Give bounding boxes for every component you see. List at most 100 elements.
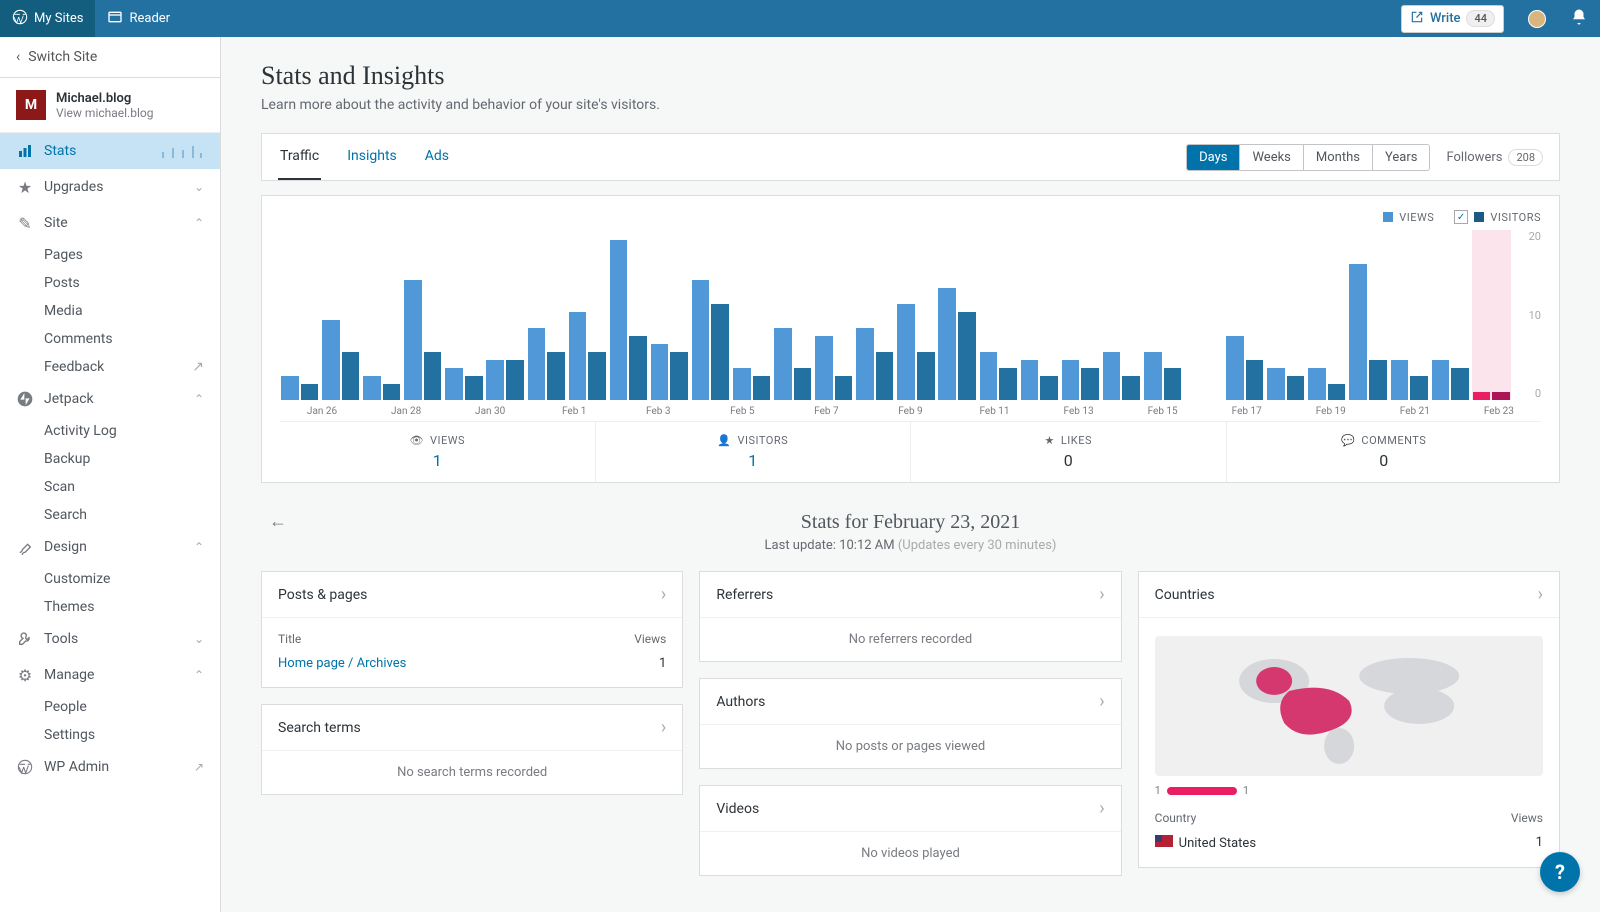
chevron-right-icon: › — [661, 584, 666, 605]
sidebar-item-tools[interactable]: Tools ⌄ — [0, 621, 220, 657]
chevron-down-icon: ⌄ — [194, 180, 204, 194]
chart-card: VIEWS ✓VISITORS 20 10 0 Jan 26Jan 28Jan … — [261, 195, 1560, 483]
page-title: Stats and Insights — [261, 61, 1560, 91]
sidebar-item-label: Site — [44, 215, 68, 231]
masterbar-notifications[interactable] — [1558, 0, 1600, 37]
legend-visitors[interactable]: ✓VISITORS — [1454, 210, 1541, 224]
tab-traffic[interactable]: Traffic — [278, 134, 321, 180]
metric-views[interactable]: 👁VIEWS 1 — [280, 422, 596, 482]
sidebar-item-jetpack[interactable]: Jetpack ⌃ — [0, 381, 220, 417]
chart-day-column[interactable] — [773, 230, 812, 400]
chevron-up-icon: ⌃ — [194, 540, 204, 554]
chart-day-column[interactable] — [691, 230, 730, 400]
site-info[interactable]: M Michael.blog View michael.blog — [0, 78, 220, 133]
chart-day-column[interactable] — [855, 230, 894, 400]
chart-day-column[interactable] — [1307, 230, 1346, 400]
sidebar-item-upgrades[interactable]: ★ Upgrades ⌄ — [0, 169, 220, 205]
chart-day-column[interactable] — [444, 230, 483, 400]
sidebar-item-people[interactable]: People — [0, 693, 220, 721]
chart-day-column[interactable] — [1266, 230, 1305, 400]
chart-day-column[interactable] — [1184, 230, 1223, 400]
panel-header[interactable]: Videos› — [700, 786, 1120, 832]
sidebar-item-comments[interactable]: Comments — [0, 325, 220, 353]
sidebar-item-backup[interactable]: Backup — [0, 445, 220, 473]
range-years[interactable]: Years — [1373, 145, 1429, 170]
chart-day-column[interactable] — [896, 230, 935, 400]
masterbar-my-sites[interactable]: My Sites — [0, 0, 95, 37]
chart-day-column[interactable] — [280, 230, 319, 400]
sidebar-item-settings[interactable]: Settings — [0, 721, 220, 749]
masterbar-avatar[interactable] — [1516, 0, 1558, 37]
tab-ads[interactable]: Ads — [423, 134, 451, 180]
metric-likes[interactable]: ★LIKES 0 — [911, 422, 1227, 482]
sidebar-item-activity-log[interactable]: Activity Log — [0, 417, 220, 445]
sidebar-item-themes[interactable]: Themes — [0, 593, 220, 621]
wrench-icon — [16, 630, 34, 648]
sidebar-item-media[interactable]: Media — [0, 297, 220, 325]
chart-day-column[interactable] — [362, 230, 401, 400]
x-axis-labels: Jan 26Jan 28Jan 30Feb 1Feb 3Feb 5Feb 7Fe… — [280, 406, 1541, 417]
sidebar-item-manage[interactable]: ⚙ Manage ⌃ — [0, 657, 220, 693]
bar-chart[interactable] — [280, 230, 1511, 400]
chart-day-column[interactable] — [938, 230, 977, 400]
table-row[interactable]: United States1 — [1155, 829, 1543, 857]
chart-day-column[interactable] — [1431, 230, 1470, 400]
compose-icon — [1410, 10, 1424, 28]
chevron-right-icon: › — [1538, 584, 1543, 605]
chart-day-column[interactable] — [609, 230, 648, 400]
sidebar-item-label: Upgrades — [44, 179, 103, 195]
sidebar-item-scan[interactable]: Scan — [0, 473, 220, 501]
sidebar-item-feedback[interactable]: Feedback↗ — [0, 353, 220, 381]
sidebar-item-site[interactable]: ✎ Site ⌃ — [0, 205, 220, 241]
chart-day-column[interactable] — [732, 230, 771, 400]
chart-day-column[interactable] — [1061, 230, 1100, 400]
sidebar-item-posts[interactable]: Posts — [0, 269, 220, 297]
sidebar-item-stats[interactable]: Stats — [0, 133, 220, 169]
chart-day-column[interactable] — [1472, 230, 1511, 400]
chart-day-column[interactable] — [485, 230, 524, 400]
empty-state: No posts or pages viewed — [700, 725, 1120, 768]
range-months[interactable]: Months — [1304, 145, 1373, 170]
sidebar-item-search[interactable]: Search — [0, 501, 220, 529]
panel-header[interactable]: Countries› — [1139, 572, 1559, 618]
chart-day-column[interactable] — [403, 230, 442, 400]
chart-day-column[interactable] — [1143, 230, 1182, 400]
masterbar-reader[interactable]: Reader — [95, 0, 182, 37]
chart-day-column[interactable] — [321, 230, 360, 400]
table-row[interactable]: Home page / Archives1 — [278, 650, 666, 677]
back-arrow-button[interactable]: ← — [269, 511, 287, 532]
page-subtitle: Learn more about the activity and behavi… — [261, 97, 1560, 113]
sidebar-item-customize[interactable]: Customize — [0, 565, 220, 593]
help-button[interactable]: ? — [1540, 852, 1580, 892]
chart-day-column[interactable] — [650, 230, 689, 400]
chevron-up-icon: ⌃ — [194, 216, 204, 230]
chart-day-column[interactable] — [979, 230, 1018, 400]
masterbar-write[interactable]: Write 44 — [1389, 0, 1516, 37]
panel-header[interactable]: Authors› — [700, 679, 1120, 725]
chart-day-column[interactable] — [814, 230, 853, 400]
followers-link[interactable]: Followers 208 — [1446, 149, 1543, 166]
sidebar-item-design[interactable]: Design ⌃ — [0, 529, 220, 565]
chart-day-column[interactable] — [1390, 230, 1429, 400]
chart-day-column[interactable] — [1225, 230, 1264, 400]
chart-day-column[interactable] — [527, 230, 566, 400]
chart-day-column[interactable] — [1348, 230, 1387, 400]
sidebar-item-label: Tools — [44, 631, 78, 647]
brush-icon — [16, 538, 34, 556]
metric-visitors[interactable]: 👤VISITORS 1 — [596, 422, 912, 482]
legend-views[interactable]: VIEWS — [1383, 211, 1434, 224]
panel-header[interactable]: Search terms› — [262, 705, 682, 751]
panel-header[interactable]: Referrers› — [700, 572, 1120, 618]
tab-insights[interactable]: Insights — [345, 134, 399, 180]
range-days[interactable]: Days — [1187, 145, 1240, 170]
chart-day-column[interactable] — [1102, 230, 1141, 400]
panel-header[interactable]: Posts & pages› — [262, 572, 682, 618]
sidebar-item-wp-admin[interactable]: WP Admin ↗ — [0, 749, 220, 785]
range-weeks[interactable]: Weeks — [1240, 145, 1303, 170]
metric-comments[interactable]: 💬COMMENTS 0 — [1227, 422, 1542, 482]
chart-day-column[interactable] — [568, 230, 607, 400]
sidebar-item-pages[interactable]: Pages — [0, 241, 220, 269]
switch-site-button[interactable]: ‹ Switch Site — [0, 37, 220, 78]
world-map[interactable] — [1155, 636, 1543, 776]
chart-day-column[interactable] — [1020, 230, 1059, 400]
